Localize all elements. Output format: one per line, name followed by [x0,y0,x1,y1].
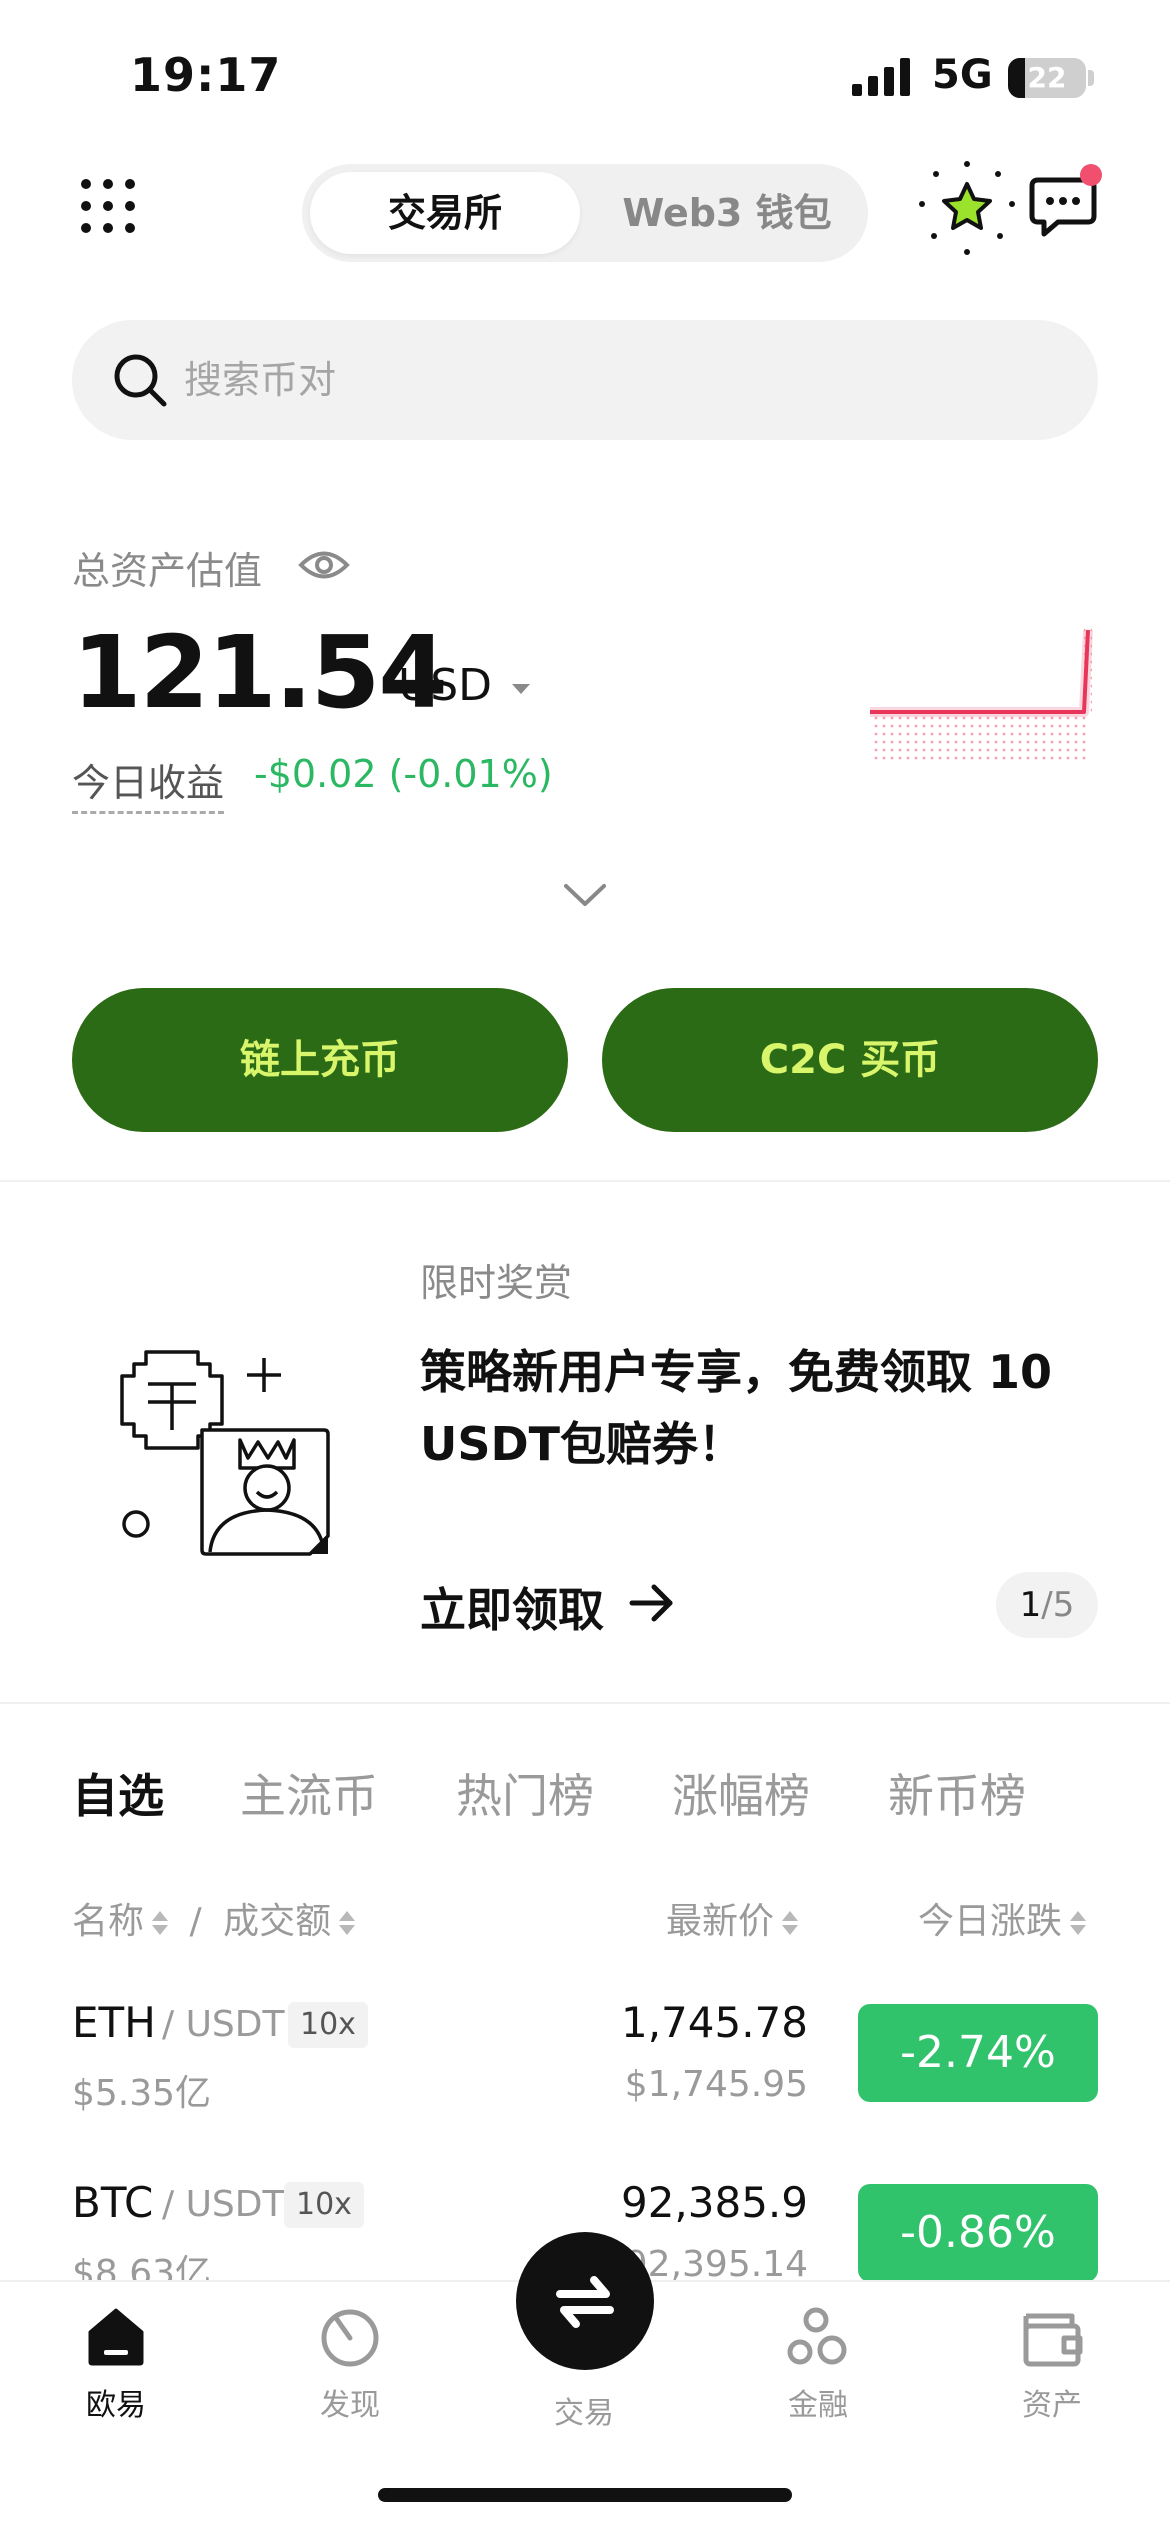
today-pnl-label[interactable]: 今日收益 [72,752,225,814]
status-time: 19:17 [130,48,282,102]
tab-exchange[interactable]: 交易所 [310,172,580,254]
chevron-down-icon[interactable] [560,880,610,910]
header-volume-label: 成交额 [223,1901,332,1942]
sort-icon[interactable] [339,1908,356,1938]
pair-quote: / USDT [162,2184,285,2225]
promo-pager: 1/5 [996,1572,1098,1638]
leverage-badge: 10x [288,2002,368,2048]
search-icon [114,354,167,407]
pair-base: ETH [72,1998,156,2047]
divider [0,1702,1170,1704]
tab-new-coins[interactable]: 新币榜 [888,1760,1026,1826]
column-header-name[interactable]: 名称 / 成交额 [72,1892,356,1944]
tab-home-label: 欧易 [86,2388,146,2423]
sort-icon[interactable] [1070,1908,1087,1938]
search-bar[interactable] [72,320,1098,440]
header-name-label: 名称 [72,1901,145,1942]
search-input[interactable] [184,340,1044,420]
home-indicator [378,2488,792,2502]
tab-web3-wallet[interactable]: Web3 钱包 [592,172,862,254]
promo-tag: 限时奖赏 [420,1261,573,1305]
pager-current: 1 [1019,1585,1042,1625]
today-pnl-value: -$0.02 (-0.01%) [254,752,553,796]
total-assets-label: 总资产估值 [72,549,263,593]
battery-level: 22 [1027,61,1067,94]
tab-assets-label: 资产 [1022,2388,1082,2423]
pair-price: 92,385.9 [620,2178,808,2227]
change-badge[interactable]: -0.86% [858,2184,1098,2282]
arrow-right-icon[interactable] [628,1580,678,1626]
wallet-icon [1023,2313,1083,2367]
reward-illustration [120,1350,330,1556]
tab-major-coins[interactable]: 主流币 [240,1760,378,1826]
header-change-label: 今日涨跌 [918,1901,1063,1942]
total-assets-value: 121.54 [72,614,448,731]
tab-gainers[interactable]: 涨幅榜 [672,1760,810,1826]
change-badge[interactable]: -2.74% [858,2004,1098,2102]
tab-discover[interactable]: 发现 [260,2300,440,2424]
onchain-deposit-button[interactable]: 链上充币 [72,988,568,1132]
currency-selector[interactable]: USD [398,660,492,711]
tab-favorites[interactable]: 自选 [72,1760,164,1826]
discover-icon [321,2309,379,2367]
swap-icon [556,2276,614,2328]
pair-quote: / USDT [162,2004,285,2045]
menu-grid-icon[interactable] [78,176,138,236]
column-header-price[interactable]: 最新价 [666,1892,799,1944]
column-header-change[interactable]: 今日涨跌 [918,1892,1087,1944]
tab-trade-label: 交易 [554,2396,614,2431]
pair-volume: $5.35亿 [72,2073,212,2114]
home-icon [88,2308,144,2366]
caret-down-icon[interactable] [512,684,530,694]
leverage-badge: 10x [284,2182,364,2228]
trade-button[interactable] [516,2232,654,2370]
pager-total: /5 [1041,1585,1075,1625]
tab-assets[interactable]: 资产 [962,2300,1142,2424]
promo-title[interactable]: 策略新用户专享，免费领取 10 USDT包赔券！ [420,1336,1100,1480]
battery-icon: 22 [1008,58,1086,98]
promo-claim-link[interactable]: 立即领取 [420,1574,604,1640]
sort-icon[interactable] [152,1908,169,1938]
finance-icon [787,2307,847,2365]
table-row[interactable]: ETH / USDT 10x $5.35亿 1,745.78 $1,745.95… [0,1998,1170,2178]
network-type: 5G [932,52,993,98]
header-separator: / [189,1901,202,1942]
tab-finance-label: 金融 [788,2388,848,2423]
star-icon[interactable] [912,158,1022,258]
tab-discover-label: 发现 [320,2388,380,2423]
sort-icon[interactable] [782,1908,799,1938]
pair-base: BTC [72,2178,154,2227]
divider [0,1180,1170,1182]
asset-sparkline [870,628,1093,760]
c2c-buy-button[interactable]: C2C 买币 [602,988,1098,1132]
tab-trade[interactable]: 交易 [494,2380,674,2432]
notification-dot [1080,164,1102,186]
signal-icon [852,58,910,96]
tab-hot-list[interactable]: 热门榜 [456,1760,594,1826]
battery-cap [1088,70,1094,86]
mode-switch: 交易所 Web3 钱包 [302,164,868,262]
header-price-label: 最新价 [666,1901,775,1942]
tab-home[interactable]: 欧易 [26,2300,206,2424]
status-bar: 19:17 5G 22 [0,0,1170,150]
pair-fiat-price: $1,745.95 [624,2064,808,2105]
eye-icon[interactable] [298,546,350,584]
pair-price: 1,745.78 [620,1998,808,2047]
tab-finance[interactable]: 金融 [728,2300,908,2424]
